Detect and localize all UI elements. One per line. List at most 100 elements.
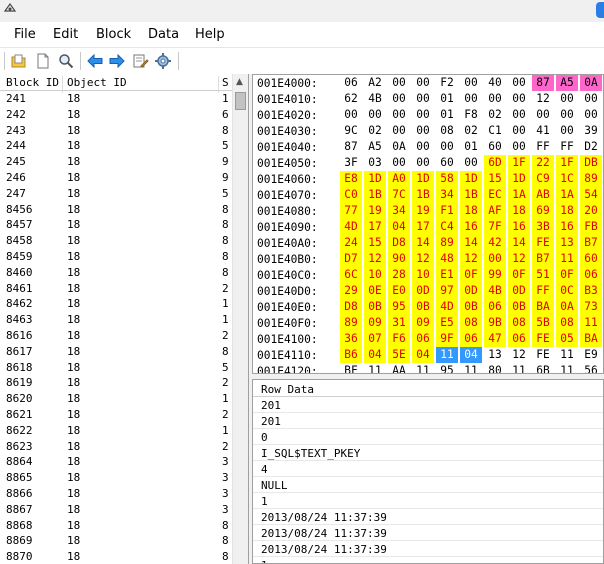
hex-byte[interactable]: 6C — [340, 267, 362, 283]
table-row[interactable]: 246 18 9 — [0, 170, 232, 186]
hex-byte[interactable]: 00 — [388, 155, 410, 171]
open-folder-icon[interactable] — [9, 51, 29, 71]
hex-byte[interactable]: 00 — [460, 91, 482, 107]
hex-byte[interactable]: 20 — [580, 203, 602, 219]
hex-byte[interactable]: 0E — [364, 283, 386, 299]
hex-byte[interactable]: 22 — [532, 155, 554, 171]
table-row[interactable]: 8616 18 2 — [0, 328, 232, 344]
hex-byte[interactable]: 01 — [460, 139, 482, 155]
hex-byte[interactable]: 95 — [436, 363, 458, 373]
hex-byte[interactable]: 24 — [340, 235, 362, 251]
hex-byte[interactable]: AB — [532, 187, 554, 203]
table-row[interactable]: 241 18 1 — [0, 91, 232, 107]
hex-byte[interactable]: 18 — [460, 203, 482, 219]
hex-byte[interactable]: 28 — [388, 267, 410, 283]
hex-byte[interactable]: 41 — [532, 123, 554, 139]
edit-icon[interactable] — [130, 51, 150, 71]
table-row[interactable]: 8461 18 2 — [0, 281, 232, 297]
hex-byte[interactable]: 4D — [340, 219, 362, 235]
row-data-item[interactable]: 4 — [253, 461, 603, 477]
hex-byte[interactable]: 0A — [556, 299, 578, 315]
hex-byte[interactable]: 18 — [556, 203, 578, 219]
table-row[interactable]: 8459 18 8 — [0, 249, 232, 265]
table-row[interactable]: 245 18 9 — [0, 154, 232, 170]
hex-byte[interactable]: 0A — [580, 75, 602, 91]
row-data-item[interactable]: I_SQL$TEXT_PKEY — [253, 445, 603, 461]
row-data-item[interactable]: 1 — [253, 557, 603, 563]
hex-byte[interactable]: 3F — [340, 155, 362, 171]
hex-byte[interactable]: 04 — [364, 347, 386, 363]
table-row[interactable]: 8622 18 1 — [0, 423, 232, 439]
hex-byte[interactable]: 04 — [388, 219, 410, 235]
hex-byte[interactable]: 00 — [388, 123, 410, 139]
menu-file[interactable]: File — [14, 27, 36, 42]
hex-byte[interactable]: 1B — [460, 187, 482, 203]
hex-byte[interactable]: FF — [532, 139, 554, 155]
table-row[interactable]: 8457 18 8 — [0, 217, 232, 233]
hex-byte[interactable]: 0D — [508, 283, 530, 299]
hex-byte[interactable]: 16 — [508, 219, 530, 235]
hex-byte[interactable]: 13 — [556, 235, 578, 251]
hex-byte[interactable]: 1B — [412, 187, 434, 203]
hex-byte[interactable]: 00 — [508, 75, 530, 91]
table-row[interactable]: 8869 18 8 — [0, 533, 232, 549]
hex-byte[interactable]: 01 — [436, 91, 458, 107]
row-data-item[interactable]: 2013/08/24 11:37:39 — [253, 541, 603, 557]
hex-byte[interactable]: 06 — [340, 75, 362, 91]
hex-byte[interactable]: 7F — [484, 219, 506, 235]
hex-byte[interactable]: 40 — [484, 75, 506, 91]
hex-byte[interactable]: 0B — [412, 299, 434, 315]
hex-byte[interactable]: D8 — [388, 235, 410, 251]
hex-byte[interactable]: 0D — [460, 283, 482, 299]
hex-byte[interactable]: 89 — [436, 235, 458, 251]
hex-byte[interactable]: 11 — [364, 363, 386, 373]
hex-byte[interactable]: 60 — [484, 139, 506, 155]
hex-byte[interactable]: 1D — [460, 171, 482, 187]
hex-byte[interactable]: 04 — [460, 347, 482, 363]
hex-byte[interactable]: FF — [556, 139, 578, 155]
hex-byte[interactable]: FE — [532, 347, 554, 363]
hex-byte[interactable]: 11 — [508, 363, 530, 373]
hex-byte[interactable]: 9C — [340, 123, 362, 139]
table-row[interactable]: 8620 18 1 — [0, 391, 232, 407]
table-row[interactable]: 8462 18 1 — [0, 296, 232, 312]
hex-byte[interactable]: 87 — [340, 139, 362, 155]
hex-byte[interactable]: 00 — [460, 75, 482, 91]
hex-byte[interactable]: 54 — [580, 187, 602, 203]
hex-byte[interactable]: 00 — [388, 91, 410, 107]
hex-byte[interactable]: 16 — [556, 219, 578, 235]
hex-byte[interactable]: 00 — [556, 123, 578, 139]
hex-byte[interactable]: 13 — [484, 347, 506, 363]
menu-help[interactable]: Help — [195, 27, 225, 42]
hex-byte[interactable]: 00 — [460, 155, 482, 171]
hex-byte[interactable]: BF — [340, 363, 362, 373]
hex-byte[interactable]: 08 — [460, 315, 482, 331]
table-row[interactable]: 8463 18 1 — [0, 312, 232, 328]
window-control-icon[interactable] — [596, 2, 604, 18]
menu-data[interactable]: Data — [148, 27, 179, 42]
hex-byte[interactable]: 9F — [436, 331, 458, 347]
hex-byte[interactable]: BA — [532, 299, 554, 315]
block-list-scrollbar[interactable]: ▲ — [232, 74, 248, 564]
hex-byte[interactable]: 11 — [460, 363, 482, 373]
row-data-item[interactable]: 1 — [253, 493, 603, 509]
table-row[interactable]: 8618 18 5 — [0, 360, 232, 376]
hex-byte[interactable]: 09 — [364, 315, 386, 331]
hex-byte[interactable]: 0D — [412, 283, 434, 299]
table-row[interactable]: 8623 18 2 — [0, 439, 232, 455]
table-row[interactable]: 8460 18 8 — [0, 265, 232, 281]
hex-byte[interactable]: 18 — [508, 203, 530, 219]
hex-byte[interactable]: 34 — [436, 187, 458, 203]
hex-byte[interactable]: C0 — [340, 187, 362, 203]
hex-byte[interactable]: 4D — [436, 299, 458, 315]
hex-byte[interactable]: 14 — [412, 235, 434, 251]
hex-byte[interactable]: 00 — [412, 139, 434, 155]
hex-byte[interactable]: 89 — [580, 171, 602, 187]
scroll-up-icon[interactable]: ▲ — [236, 77, 243, 87]
table-row[interactable]: 8617 18 8 — [0, 344, 232, 360]
hex-byte[interactable]: AF — [484, 203, 506, 219]
column-block-id[interactable]: Block ID — [6, 76, 59, 89]
table-row[interactable]: 243 18 8 — [0, 123, 232, 139]
hex-byte[interactable]: 08 — [436, 123, 458, 139]
hex-byte[interactable]: B7 — [532, 251, 554, 267]
